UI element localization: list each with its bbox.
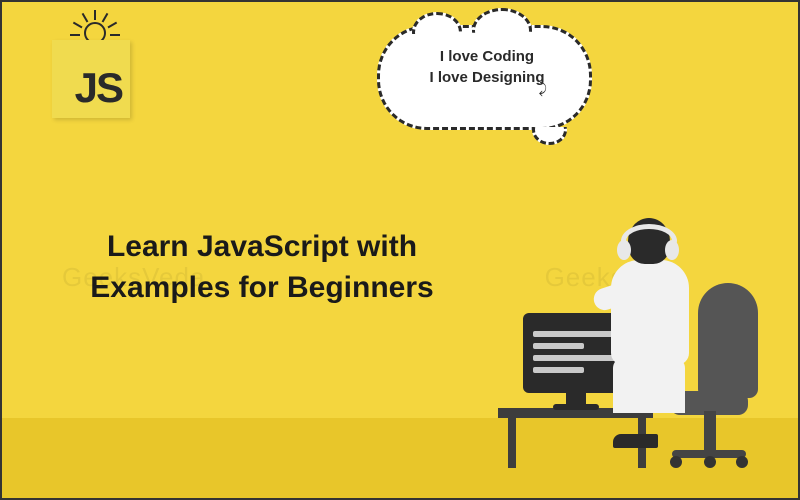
speech-bubble: I love Coding I love Designing ⤸ (372, 20, 602, 155)
desk-leg (508, 413, 516, 468)
js-logo: JS (52, 40, 130, 118)
watermark-left: GeeksVeda (62, 262, 205, 293)
js-logo-text: JS (75, 64, 122, 112)
person-icon (593, 218, 713, 448)
bubble-line-2: I love Designing (397, 69, 577, 86)
arrow-icon: ⤸ (539, 80, 547, 97)
person-at-desk-illustration (498, 178, 758, 468)
bubble-line-1: I love Coding (397, 48, 577, 65)
